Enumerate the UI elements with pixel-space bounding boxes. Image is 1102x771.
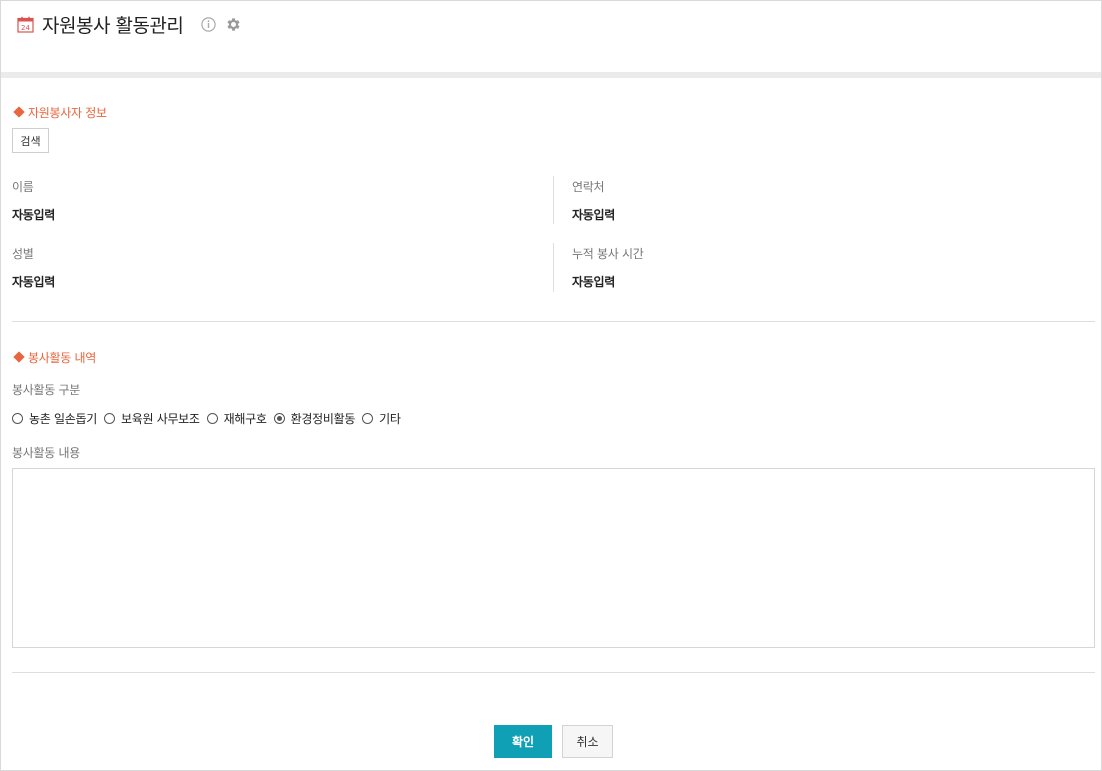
diamond-icon xyxy=(13,351,25,363)
cancel-button[interactable]: 취소 xyxy=(562,725,613,758)
activity-type-label: 봉사활동 구분 xyxy=(12,383,80,397)
search-button[interactable]: 검색 xyxy=(12,128,49,153)
header-divider xyxy=(1,72,1101,78)
activity-section-title: 봉사활동 내역 xyxy=(12,349,96,366)
activity-content-textarea[interactable] xyxy=(12,468,1095,648)
section-divider xyxy=(12,321,1095,322)
radio-orphanage-office[interactable]: 보육원 사무보조 xyxy=(103,410,200,427)
calendar-day: 24 xyxy=(21,24,30,32)
radio-environment-cleanup[interactable]: 환경정비활동 xyxy=(273,410,355,427)
activity-content-label: 봉사활동 내용 xyxy=(12,446,80,460)
column-divider xyxy=(553,176,554,224)
name-value: 자동입력 xyxy=(12,208,55,222)
radio-button[interactable] xyxy=(103,412,115,424)
gear-icon[interactable] xyxy=(225,16,242,33)
radio-button[interactable] xyxy=(12,412,23,424)
contact-value: 자동입력 xyxy=(572,208,615,222)
total-hours-value: 자동입력 xyxy=(572,275,615,289)
calendar-icon: 24 xyxy=(17,16,34,33)
gender-label: 성별 xyxy=(12,247,34,261)
diamond-icon xyxy=(13,106,25,118)
activity-type-radio-group: 농촌 일손돕기 보육원 사무보조 재해구호 환경정비활동 기타 xyxy=(12,410,408,426)
info-icon[interactable] xyxy=(201,17,216,32)
column-divider xyxy=(553,243,554,292)
confirm-button[interactable]: 확인 xyxy=(494,725,552,758)
gender-value: 자동입력 xyxy=(12,275,55,289)
name-label: 이름 xyxy=(12,180,34,194)
section-divider xyxy=(12,672,1095,673)
radio-button[interactable] xyxy=(273,412,285,424)
contact-label: 연락처 xyxy=(572,180,605,194)
total-hours-label: 누적 봉사 시간 xyxy=(572,247,644,261)
page-frame: 24 자원봉사 활동관리 자원봉사자 정보 검색 이름 자동입력 연락처 자동입… xyxy=(0,0,1102,771)
page-header: 24 자원봉사 활동관리 xyxy=(1,1,1101,72)
radio-other[interactable]: 기타 xyxy=(362,410,401,427)
radio-button[interactable] xyxy=(362,412,374,424)
radio-button[interactable] xyxy=(206,412,218,424)
page-title: 자원봉사 활동관리 xyxy=(42,15,184,37)
radio-disaster-relief[interactable]: 재해구호 xyxy=(206,410,267,427)
radio-farm-help[interactable]: 농촌 일손돕기 xyxy=(12,410,97,427)
volunteer-info-section-title: 자원봉사자 정보 xyxy=(12,104,107,121)
